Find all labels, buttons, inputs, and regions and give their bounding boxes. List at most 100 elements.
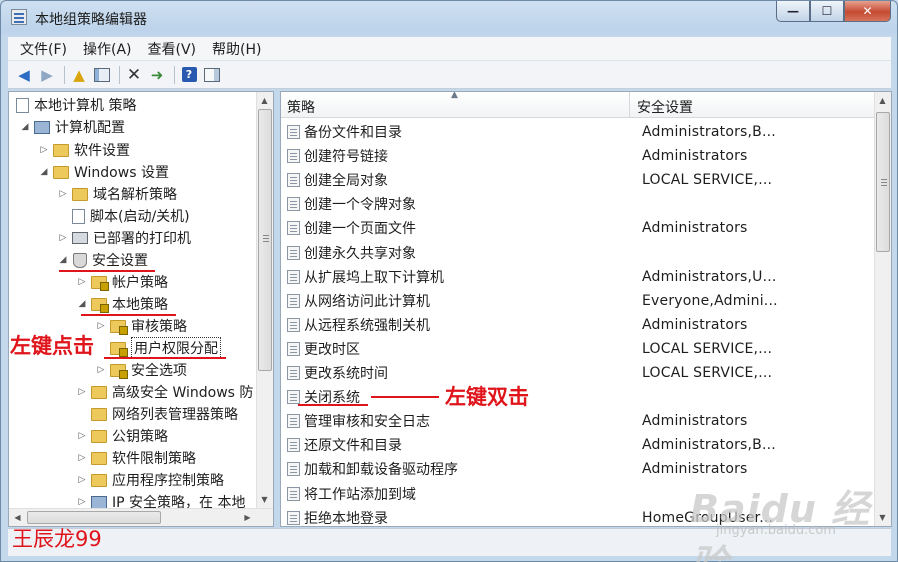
expand-arrow-icon[interactable]: ▷ (57, 189, 69, 199)
scroll-up-icon[interactable]: ▲ (257, 93, 272, 108)
scroll-thumb[interactable] (876, 112, 890, 252)
grip-line (881, 179, 887, 180)
tree-item-label: 计算机配置 (55, 120, 125, 136)
forward-arrow-icon[interactable]: ▶ (37, 65, 57, 85)
expand-arrow-icon[interactable]: ▷ (57, 233, 69, 243)
column-divider[interactable] (629, 92, 630, 118)
tree-item-security-options[interactable]: ▷ 安全选项 (95, 359, 187, 381)
policy-row[interactable]: 更改时区 LOCAL SERVICE,... (281, 337, 874, 361)
close-button[interactable]: ✕ (844, 1, 891, 22)
maximize-button[interactable]: ☐ (810, 1, 844, 22)
collapse-arrow-icon[interactable]: ◢ (19, 122, 31, 132)
show-hide-tree-button[interactable] (92, 65, 112, 85)
expand-arrow-icon[interactable]: ▷ (76, 431, 88, 441)
up-folder-icon[interactable]: ▲ (69, 65, 89, 85)
expand-arrow-icon[interactable]: ▷ (76, 475, 88, 485)
scroll-thumb[interactable] (258, 109, 272, 371)
policy-row[interactable]: 从网络访问此计算机 Everyone,Admini... (281, 289, 874, 313)
tree-item-audit-policy[interactable]: ▷ 审核策略 (95, 315, 187, 337)
tree-item-scripts[interactable]: 脚本(启动/关机) (57, 205, 190, 227)
tree-item-user-rights-assignment[interactable]: 用户权限分配 (95, 337, 221, 359)
policy-row[interactable]: 创建一个页面文件 Administrators (281, 216, 874, 240)
scroll-up-icon[interactable]: ▲ (875, 93, 890, 108)
minimize-button[interactable]: — (776, 1, 810, 22)
help-button[interactable]: ? (179, 65, 199, 85)
tree-item-security-settings[interactable]: ◢ 安全设置 (57, 249, 148, 271)
expand-arrow-icon[interactable]: ▷ (76, 277, 88, 287)
toolbar-separator (174, 65, 175, 84)
policy-row[interactable]: 创建永久共享对象 (281, 241, 874, 265)
tree-item-local-policies[interactable]: ◢ 本地策略 (76, 293, 168, 315)
collapse-arrow-icon[interactable]: ◢ (57, 255, 69, 265)
collapse-arrow-icon[interactable]: ◢ (76, 299, 88, 309)
policy-item-icon (287, 341, 300, 356)
delete-icon[interactable]: ✕ (124, 65, 144, 85)
policy-row[interactable]: 更改系统时间 LOCAL SERVICE,... (281, 361, 874, 385)
tree-item-root[interactable]: 本地计算机 策略 (13, 94, 136, 116)
policy-name: 拒绝本地登录 (304, 510, 388, 527)
pointer-line (371, 396, 439, 398)
policy-row[interactable]: 从扩展坞上取下计算机 Administrators,U... (281, 265, 874, 289)
menu-view[interactable]: 查看(V) (148, 39, 197, 59)
baidu-watermark-url: jingyan.baidu.com (716, 523, 836, 538)
policy-item-icon (287, 510, 300, 525)
scroll-down-icon[interactable]: ▼ (257, 492, 272, 507)
policy-row[interactable]: 创建一个令牌对象 (281, 192, 874, 216)
policy-row[interactable]: 创建符号链接 Administrators (281, 144, 874, 168)
menu-help[interactable]: 帮助(H) (212, 39, 261, 59)
toolbar-separator (64, 65, 65, 84)
tree-vertical-scrollbar[interactable]: ▲ ▼ (256, 92, 273, 508)
expand-arrow-icon[interactable]: ▷ (76, 497, 88, 507)
tree-item-computer-config[interactable]: ◢ 计算机配置 (19, 116, 125, 138)
column-header-policy[interactable]: 策略 (287, 97, 315, 117)
policy-row[interactable]: 还原文件和目录 Administrators,B... (281, 433, 874, 457)
policy-security-setting: LOCAL SERVICE,... (642, 365, 773, 381)
tree-item-label: 脚本(启动/关机) (90, 209, 190, 225)
export-list-icon[interactable]: ➜ (147, 65, 167, 85)
scroll-right-icon[interactable]: ▶ (240, 510, 255, 525)
menu-action[interactable]: 操作(A) (83, 39, 132, 59)
column-header-security-setting[interactable]: 安全设置 (637, 97, 693, 117)
collapse-arrow-icon[interactable]: ◢ (38, 167, 50, 177)
tree-item-network-list-manager[interactable]: 网络列表管理器策略 (76, 403, 238, 425)
tree-item-label: 软件设置 (74, 143, 130, 159)
folder-icon (53, 165, 69, 179)
tree-item-label: 网络列表管理器策略 (112, 407, 238, 423)
locked-folder-icon (110, 319, 128, 335)
expand-arrow-icon[interactable]: ▷ (76, 387, 88, 397)
expand-arrow-icon[interactable]: ▷ (38, 145, 50, 155)
policy-name: 管理审核和安全日志 (304, 414, 430, 431)
policy-row[interactable]: 管理审核和安全日志 Administrators (281, 409, 874, 433)
tree-item-windows-firewall[interactable]: ▷ 高级安全 Windows 防 (76, 381, 254, 403)
policy-row[interactable]: 从远程系统强制关机 Administrators (281, 313, 874, 337)
tree-item-public-key-policies[interactable]: ▷ 公钥策略 (76, 425, 168, 447)
properties-pane-button[interactable] (202, 65, 222, 85)
tree-item-deployed-printers[interactable]: ▷ 已部署的打印机 (57, 227, 191, 249)
tree-item-name-resolution-policy[interactable]: ▷ 域名解析策略 (57, 183, 177, 205)
expand-arrow-icon[interactable]: ▷ (95, 321, 107, 331)
policy-security-setting: Everyone,Admini... (642, 292, 778, 309)
policy-list-pane[interactable]: ▲ 策略 安全设置 备份文件和目录 Administrators,B... 创建符号… (280, 91, 892, 527)
locked-folder-icon (110, 363, 128, 379)
tree-item-account-policies[interactable]: ▷ 帐户策略 (76, 271, 168, 293)
menu-file[interactable]: 文件(F) (20, 39, 67, 59)
policy-name: 创建永久共享对象 (304, 245, 416, 262)
policy-row[interactable]: 备份文件和目录 Administrators,B... (281, 120, 874, 144)
expand-arrow-icon[interactable]: ▷ (95, 365, 107, 375)
policy-item-icon (287, 462, 300, 477)
tree-item-software-restriction[interactable]: ▷ 软件限制策略 (76, 447, 196, 469)
policy-item-icon (287, 125, 300, 139)
tree-item-windows-settings[interactable]: ◢ Windows 设置 (38, 161, 169, 183)
sort-ascending-icon: ▲ (451, 91, 458, 100)
expand-arrow-icon[interactable]: ▷ (76, 453, 88, 463)
policy-item-icon (287, 366, 300, 380)
tree-pane[interactable]: 本地计算机 策略 ◢ 计算机配置 ▷ 软件设置 ◢ Windows 设置 ▷ 域… (8, 91, 274, 527)
policy-row[interactable]: 创建全局对象 LOCAL SERVICE,... (281, 168, 874, 192)
back-arrow-icon[interactable]: ◀ (14, 65, 34, 85)
policy-row[interactable]: 关闭系统 (281, 385, 874, 409)
tree-item-label: 安全选项 (131, 363, 187, 379)
tree-item-software-settings[interactable]: ▷ 软件设置 (38, 139, 130, 161)
list-vertical-scrollbar[interactable]: ▲ ▼ (874, 92, 891, 526)
tree-item-app-control[interactable]: ▷ 应用程序控制策略 (76, 469, 224, 491)
folder-icon (91, 429, 107, 443)
